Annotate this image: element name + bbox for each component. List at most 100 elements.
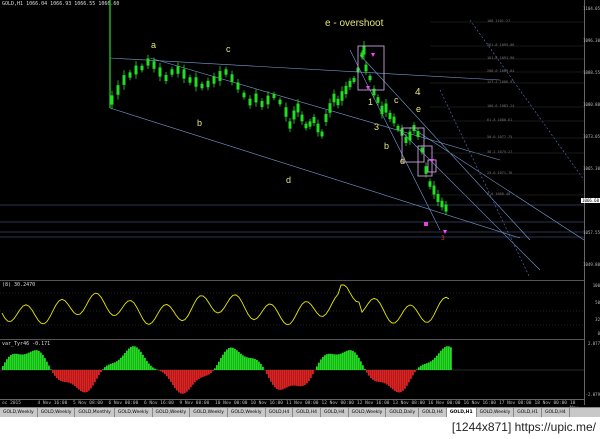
hist-bar: [66, 370, 68, 382]
hist-bar: [168, 370, 170, 379]
hist-bar: [140, 352, 142, 370]
candle-body: [189, 77, 192, 82]
time-tick: 4 Nov 16:00: [38, 401, 68, 406]
candle-body: [385, 103, 388, 112]
candle-body: [195, 77, 198, 87]
hist-bar: [46, 362, 48, 370]
candle-body: [433, 186, 436, 195]
hist-bar: [394, 370, 396, 391]
candle-body: [123, 75, 126, 85]
candle-body: [117, 85, 120, 95]
hist-bar: [60, 370, 62, 381]
main-chart-pane[interactable]: GOLD,H1 1066.04 1066.93 1066.55 1066.60 …: [0, 0, 584, 277]
hist-bar: [256, 360, 258, 370]
hist-bar: [278, 370, 280, 390]
hist-bar: [284, 370, 286, 388]
hist-bar: [208, 370, 210, 374]
square-marker: [424, 222, 428, 226]
hist-bar: [116, 361, 118, 370]
hist-bar: [12, 354, 14, 370]
hist-bar: [94, 370, 96, 382]
hist-bar: [338, 354, 340, 370]
time-tick: 17 Nov 08:00: [499, 401, 532, 406]
fib-level: 50.0 1077.75: [487, 135, 512, 139]
hist-bar: [216, 365, 218, 370]
wave-3-label: 3: [374, 122, 379, 132]
fib-level: 38.2 1075.27: [487, 150, 512, 154]
hist-bar: [104, 367, 106, 370]
trendline: [110, 108, 520, 238]
time-tick: 16 Nov 00:00: [428, 401, 461, 406]
hist-bar: [246, 357, 248, 370]
histogram-pane[interactable]: var_Tyr46 -0.171: [0, 339, 584, 400]
hist-bar: [220, 358, 222, 370]
price-tick: 1057.55: [583, 230, 600, 235]
hist-bar: [266, 370, 268, 374]
price-tick: 1049.80: [583, 262, 600, 267]
hist-bar: [230, 348, 232, 370]
hist-bar: [176, 370, 178, 391]
wave-b2-label: b: [384, 141, 389, 151]
wave-1-label: 1: [368, 97, 373, 107]
candle-body: [289, 121, 292, 128]
candle-body: [141, 66, 144, 71]
hist-bar: [228, 348, 230, 370]
hist-bar: [70, 370, 72, 383]
fib-level: 100 1101.27: [487, 19, 510, 23]
hist-bar: [392, 370, 394, 389]
hist-bar: [304, 370, 306, 385]
price-axis[interactable]: 1104.05 1096.30 1088.55 1080.80 1073.05 …: [584, 0, 600, 405]
candle-body: [273, 94, 276, 98]
hist-bar: [58, 370, 60, 380]
hist-bar: [166, 370, 168, 376]
candle-body: [341, 91, 344, 101]
hist-bar: [28, 353, 30, 370]
wave-a-label: a: [151, 40, 156, 50]
hist-bar: [234, 349, 236, 370]
hist-bar: [152, 367, 154, 370]
candle-body: [207, 81, 210, 87]
hist-bar: [310, 370, 312, 378]
hist-bar: [288, 370, 290, 387]
hist-bar: [138, 349, 140, 370]
hist-bar: [374, 370, 376, 381]
hist-bar: [188, 370, 190, 390]
hist-bar: [144, 358, 146, 370]
candle-body: [321, 132, 324, 137]
hist-bar: [204, 370, 206, 376]
hist-bar: [340, 354, 342, 370]
candle-body: [147, 58, 150, 65]
hist-bar: [232, 348, 234, 370]
hist-bar: [430, 361, 432, 370]
hist-bar: [20, 354, 22, 370]
hist-bar: [434, 358, 436, 370]
osc-tick: 100: [593, 283, 600, 288]
hist-bar: [18, 354, 20, 370]
hist-bar: [212, 370, 214, 371]
candle-body: [267, 96, 270, 105]
candle-body: [349, 81, 352, 87]
hist-bar: [180, 370, 182, 394]
oscillator-line: [2, 285, 449, 325]
hist-bar: [114, 362, 116, 370]
hist-bar: [146, 361, 148, 370]
hist-bar: [128, 349, 130, 370]
hist-bar: [222, 355, 224, 370]
oscillator-pane[interactable]: (8) 30.2470: [0, 280, 584, 338]
hist-bar: [30, 352, 32, 370]
hist-bar: [308, 370, 310, 381]
hist-bar: [388, 370, 390, 386]
arrow-marker: [371, 53, 375, 57]
hist-bar: [248, 358, 250, 370]
hist-bar: [120, 358, 122, 370]
candle-body: [425, 166, 428, 174]
candle-body: [369, 76, 372, 80]
hist-bar: [412, 370, 414, 375]
hist-bar: [410, 370, 412, 379]
hist-bar: [210, 370, 212, 373]
footer-watermark: [1244x871] https://upic.me/: [452, 420, 596, 434]
price-tick: 1080.80: [583, 102, 600, 107]
candle-body: [445, 204, 448, 211]
hist-bar: [184, 370, 186, 393]
hist-bar: [48, 366, 50, 370]
